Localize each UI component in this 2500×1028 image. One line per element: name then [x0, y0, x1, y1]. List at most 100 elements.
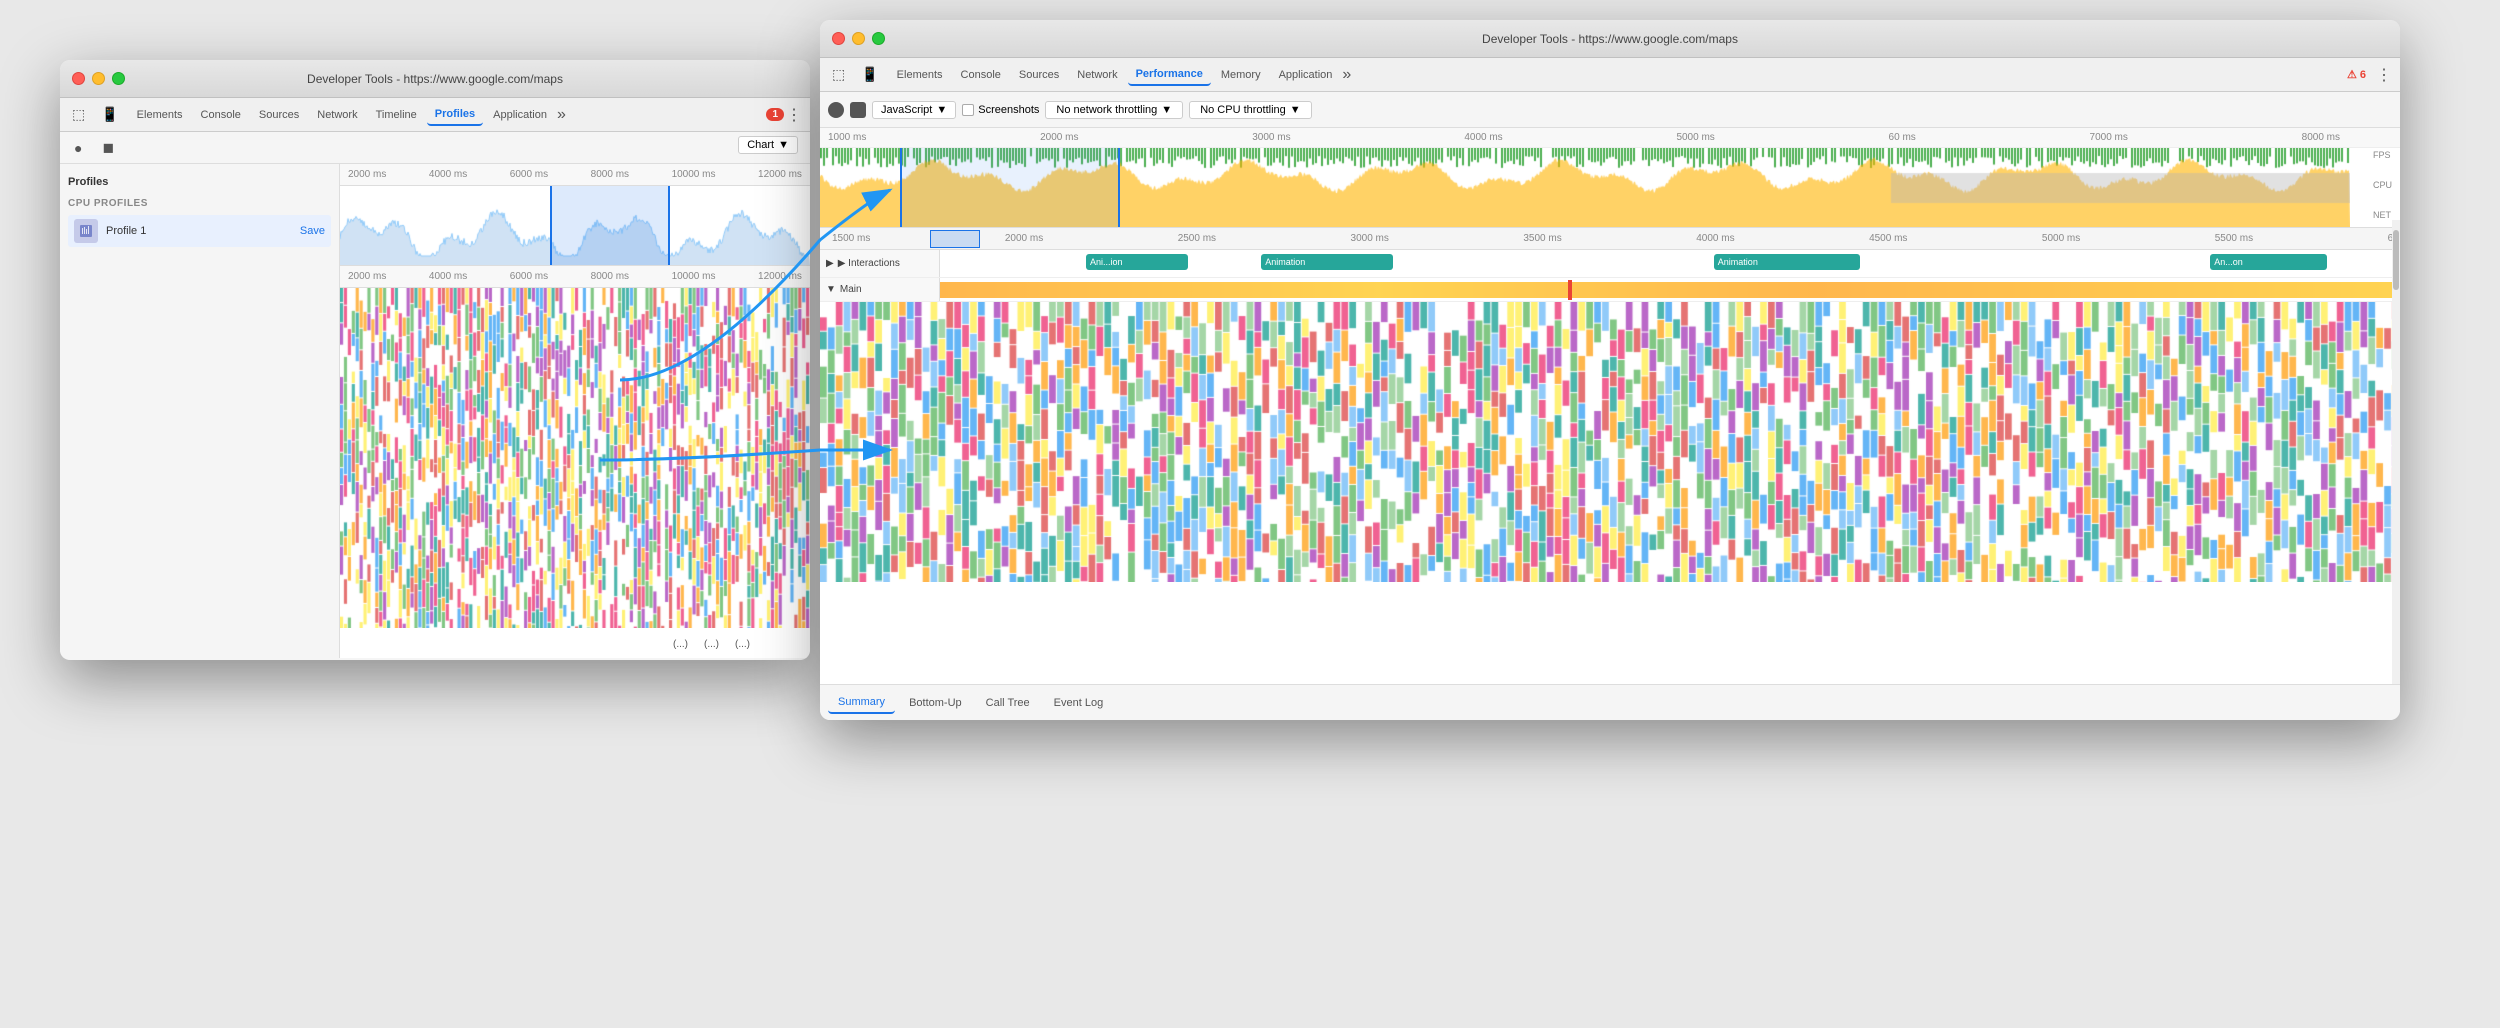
perf-stop-btn[interactable]: [850, 102, 866, 118]
tab-elements[interactable]: Elements: [129, 105, 191, 125]
left-title-bar: Developer Tools - https://www.google.com…: [60, 60, 810, 98]
mark-2000: 2000 ms: [348, 169, 386, 180]
ruler-marks-bottom: 2000 ms 4000 ms 6000 ms 8000 ms 10000 ms…: [348, 271, 802, 282]
maximize-button[interactable]: [112, 72, 125, 85]
right-device-icon[interactable]: 📱: [857, 64, 882, 85]
main-text: Main: [840, 284, 862, 295]
tab-profiles[interactable]: Profiles: [427, 104, 483, 126]
save-profile-btn[interactable]: Save: [300, 225, 325, 237]
nav-icons: ⬚ 📱: [68, 104, 123, 125]
right-window-title: Developer Tools - https://www.google.com…: [1482, 32, 1738, 46]
sm-4500: 4500 ms: [1869, 233, 1907, 244]
timeline-selection-box: [930, 230, 980, 248]
minimize-button[interactable]: [92, 72, 105, 85]
pr-7000: 7000 ms: [2090, 132, 2128, 143]
scrollbar-thumb[interactable]: [2393, 230, 2399, 290]
profile-1-item[interactable]: Profile 1 Save: [68, 215, 331, 247]
left-panel: Profiles CPU PROFILES Profile 1 Save: [60, 164, 340, 658]
stop-btn[interactable]: ◼: [96, 137, 120, 158]
left-toolbar: ● ◼ Chart ▼: [60, 132, 810, 164]
tab-timeline[interactable]: Timeline: [368, 105, 425, 125]
pr-2000: 2000 ms: [1040, 132, 1078, 143]
pr-1000: 1000 ms: [828, 132, 866, 143]
summary-tab[interactable]: Summary: [828, 692, 895, 714]
cpu-throttle-select[interactable]: No CPU throttling ▼: [1189, 101, 1311, 119]
timeline-tracks: ▶ ▶ Interactions Ani...ion Animation Ani…: [820, 250, 2400, 708]
bottom-up-tab[interactable]: Bottom-Up: [899, 693, 972, 713]
mark2-2000: 2000 ms: [348, 271, 386, 282]
right-minimize-button[interactable]: [852, 32, 865, 45]
main-expand-icon[interactable]: ▼: [826, 284, 836, 295]
mark2-12000: 12000 ms: [758, 271, 802, 282]
right-settings-icon[interactable]: ⋮: [2376, 65, 2392, 85]
call-tree-tab[interactable]: Call Tree: [976, 693, 1040, 713]
chart-area: 2000 ms 4000 ms 6000 ms 8000 ms 10000 ms…: [340, 164, 810, 658]
cpu-throttle-label: No CPU throttling: [1200, 104, 1286, 116]
sm-5000: 5000 ms: [2042, 233, 2080, 244]
device-icon[interactable]: 📱: [97, 104, 122, 125]
right-tab-sources[interactable]: Sources: [1011, 65, 1067, 85]
pr-4000: 4000 ms: [1464, 132, 1502, 143]
pr-5000: 5000 ms: [1676, 132, 1714, 143]
screenshots-checkbox[interactable]: Screenshots: [962, 104, 1039, 116]
ellipsis-2: (...): [704, 639, 719, 650]
net-label: NET: [2373, 210, 2392, 220]
right-tab-console[interactable]: Console: [953, 65, 1009, 85]
sm-1500: 1500 ms: [832, 233, 870, 244]
mark2-6000: 6000 ms: [510, 271, 548, 282]
profile-name: Profile 1: [106, 225, 292, 237]
left-main-content: Profiles CPU PROFILES Profile 1 Save: [60, 164, 810, 658]
sm-4000: 4000 ms: [1696, 233, 1734, 244]
event-log-tab[interactable]: Event Log: [1044, 693, 1114, 713]
perf-record-btn[interactable]: [828, 102, 844, 118]
chart-ruler-bottom: 2000 ms 4000 ms 6000 ms 8000 ms 10000 ms…: [340, 266, 810, 288]
anim-bar-2: Animation: [1261, 254, 1392, 270]
vertical-scrollbar[interactable]: [2392, 220, 2400, 684]
bottom-tabs: Summary Bottom-Up Call Tree Event Log: [820, 684, 2400, 720]
tab-application[interactable]: Application: [485, 105, 555, 125]
record-btn[interactable]: ●: [68, 138, 88, 158]
js-select-arrow: ▼: [936, 104, 947, 116]
sm-2500: 2500 ms: [1178, 233, 1216, 244]
js-select[interactable]: JavaScript ▼: [872, 101, 956, 119]
ruler-marks-top: 2000 ms 4000 ms 6000 ms 8000 ms 10000 ms…: [348, 169, 802, 180]
right-tab-performance[interactable]: Performance: [1128, 64, 1211, 86]
network-throttle-select[interactable]: No network throttling ▼: [1045, 101, 1183, 119]
right-traffic-lights: [832, 32, 885, 45]
mark2-4000: 4000 ms: [429, 271, 467, 282]
error-badge: 1: [766, 108, 784, 121]
inspect-icon[interactable]: ⬚: [68, 104, 89, 125]
network-throttle-arrow: ▼: [1161, 104, 1172, 116]
traffic-lights: [72, 72, 125, 85]
chart-select-label: Chart: [747, 139, 774, 151]
ellipsis-1: (...): [673, 639, 688, 650]
tab-console[interactable]: Console: [193, 105, 249, 125]
network-throttle-label: No network throttling: [1056, 104, 1157, 116]
tab-sources[interactable]: Sources: [251, 105, 307, 125]
close-button[interactable]: [72, 72, 85, 85]
right-tab-elements[interactable]: Elements: [889, 65, 951, 85]
right-more-tabs[interactable]: »: [1342, 66, 1351, 84]
right-tab-application[interactable]: Application: [1271, 65, 1341, 85]
right-inspect-icon[interactable]: ⬚: [828, 64, 849, 85]
right-maximize-button[interactable]: [872, 32, 885, 45]
ellipsis-3: (...): [735, 639, 750, 650]
settings-icon[interactable]: ⋮: [786, 105, 802, 125]
right-close-button[interactable]: [832, 32, 845, 45]
selection-range: [550, 186, 670, 266]
profile-icon: [74, 219, 98, 243]
tab-network[interactable]: Network: [309, 105, 365, 125]
anim-bar-1: Ani...ion: [1086, 254, 1188, 270]
pr-8000: 8000 ms: [2302, 132, 2340, 143]
perf-toolbar: JavaScript ▼ Screenshots No network thro…: [820, 92, 2400, 128]
interactions-expand-icon[interactable]: ▶: [826, 258, 834, 269]
mark2-10000: 10000 ms: [672, 271, 716, 282]
second-ruler-marks: 1500 ms 2000 ms 2500 ms 3000 ms 3500 ms …: [828, 233, 2400, 244]
right-tab-memory[interactable]: Memory: [1213, 65, 1269, 85]
right-tab-network[interactable]: Network: [1069, 65, 1125, 85]
more-tabs-icon[interactable]: »: [557, 106, 566, 124]
mark-6000: 6000 ms: [510, 169, 548, 180]
chart-select[interactable]: Chart ▼: [738, 136, 798, 154]
cpu-profiles-label: CPU PROFILES: [68, 198, 331, 209]
flame-chart-left: (...) (...) (...): [340, 288, 810, 658]
